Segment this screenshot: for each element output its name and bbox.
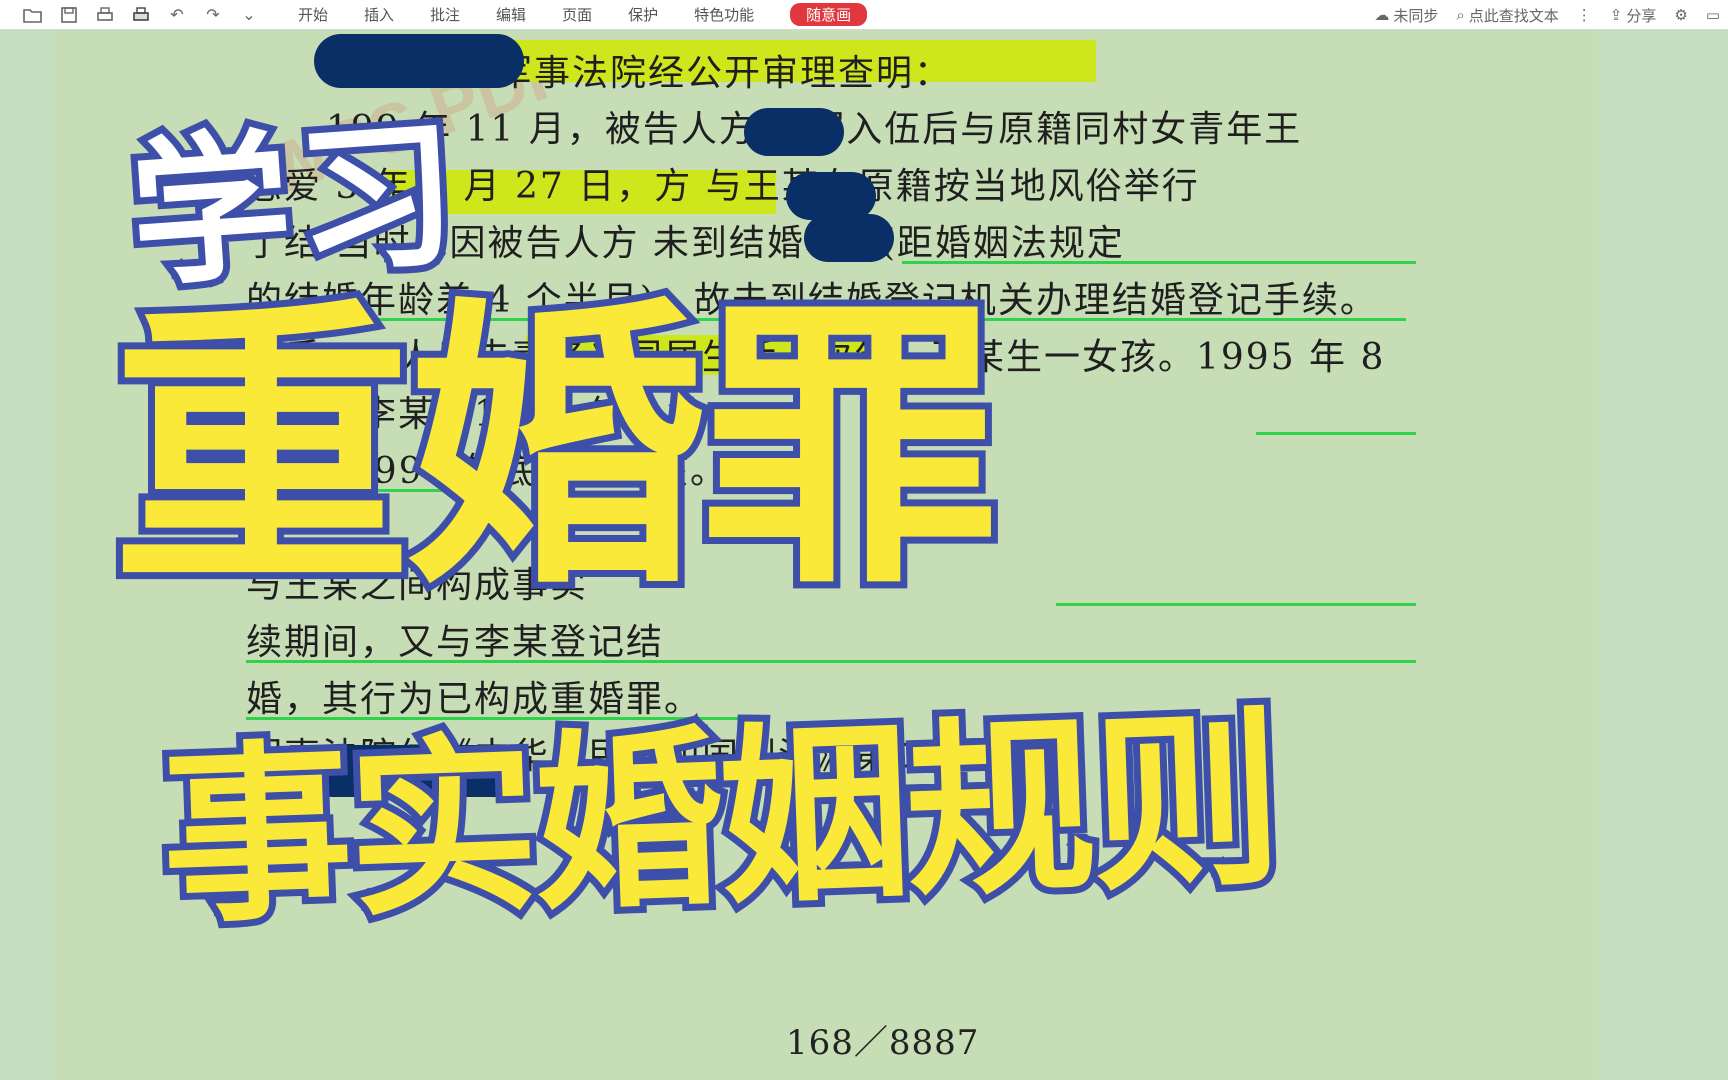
toolbar: ↶ ↷ ⌄ 开始 插入 批注 编辑 页面 保护 特色功能 随意画 ☁ 未同步 ⌕… xyxy=(0,0,1728,30)
quick-access-icons: ↶ ↷ ⌄ xyxy=(0,5,260,24)
tab-protect[interactable]: 保护 xyxy=(628,4,658,25)
page-number: 168／8887 xyxy=(786,1023,980,1063)
underline xyxy=(902,261,1416,264)
undo-icon[interactable]: ↶ xyxy=(166,5,188,24)
tab-comment[interactable]: 批注 xyxy=(430,4,460,25)
redaction-mark xyxy=(786,172,876,220)
search-icon: ⌕ xyxy=(1456,6,1465,24)
toolbar-right: ☁ 未同步 ⌕ 点此查找文本 ⋮ ⇪ 分享 ⚙ ▭ xyxy=(1374,0,1728,30)
sync-label: 未同步 xyxy=(1393,6,1439,25)
share-icon: ⇪ xyxy=(1609,6,1623,24)
window-icon[interactable]: ▭ xyxy=(1706,6,1720,24)
underline xyxy=(1256,432,1416,435)
underline xyxy=(246,660,1416,663)
print-icon[interactable] xyxy=(130,6,152,24)
redaction-mark xyxy=(804,214,894,262)
tab-free-draw[interactable]: 随意画 xyxy=(790,3,868,26)
redaction-mark xyxy=(744,108,844,156)
share-label: 分享 xyxy=(1626,6,1657,25)
overlay-subtitle: 事实婚姻规则 xyxy=(151,683,1288,957)
sync-status[interactable]: ☁ 未同步 xyxy=(1374,5,1438,26)
menu-bar: 开始 插入 批注 编辑 页面 保护 特色功能 随意画 xyxy=(298,3,868,26)
print-preview-icon[interactable] xyxy=(94,6,116,24)
find-text-label: 点此查找文本 xyxy=(1468,6,1559,25)
underline xyxy=(1056,603,1416,606)
save-icon[interactable] xyxy=(58,6,80,24)
tab-edit[interactable]: 编辑 xyxy=(496,4,526,25)
redo-icon[interactable]: ↷ xyxy=(202,5,224,24)
cloud-sync-icon: ☁ xyxy=(1374,6,1390,24)
more-options-icon[interactable]: ⋮ xyxy=(1577,6,1592,24)
doc-line: 军事法院经公开审理查明： xyxy=(496,53,953,94)
find-text-button[interactable]: ⌕ 点此查找文本 xyxy=(1456,5,1558,26)
chevron-down-icon[interactable]: ⌄ xyxy=(238,5,260,24)
tab-start[interactable]: 开始 xyxy=(298,4,328,25)
open-folder-icon[interactable] xyxy=(22,6,44,24)
tab-features[interactable]: 特色功能 xyxy=(694,4,754,25)
tab-page[interactable]: 页面 xyxy=(562,4,592,25)
settings-gear-icon[interactable]: ⚙ xyxy=(1674,6,1687,24)
share-button[interactable]: ⇪ 分享 xyxy=(1610,5,1657,26)
tab-insert[interactable]: 插入 xyxy=(364,4,394,25)
overlay-title: 重婚罪 xyxy=(105,275,1007,624)
